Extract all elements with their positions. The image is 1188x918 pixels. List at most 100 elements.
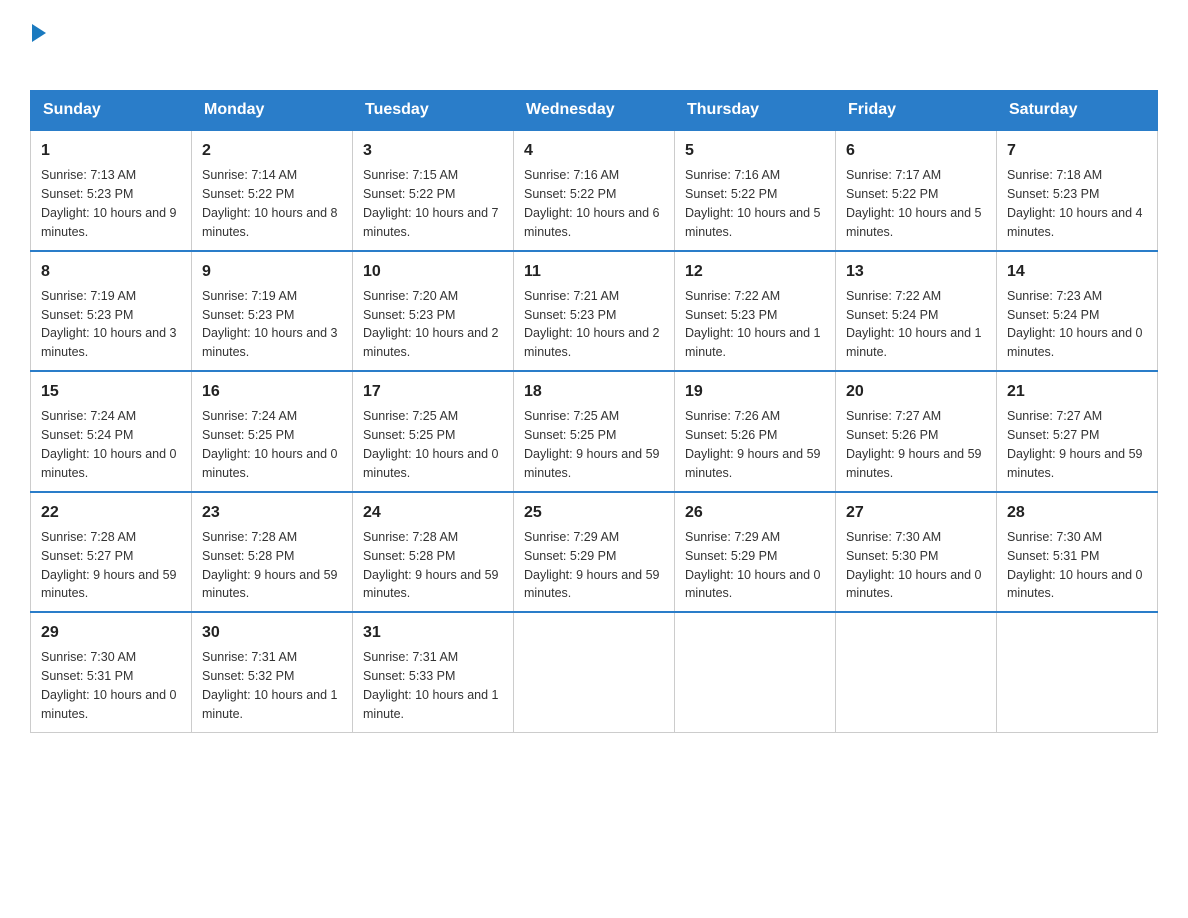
day-cell: 10 Sunrise: 7:20 AMSunset: 5:23 PMDaylig… bbox=[353, 251, 514, 372]
day-info: Sunrise: 7:27 AMSunset: 5:26 PMDaylight:… bbox=[846, 409, 982, 480]
day-number: 9 bbox=[202, 260, 342, 283]
day-number: 29 bbox=[41, 621, 181, 644]
column-header-saturday: Saturday bbox=[997, 91, 1158, 131]
day-info: Sunrise: 7:16 AMSunset: 5:22 PMDaylight:… bbox=[685, 168, 821, 239]
day-cell: 28 Sunrise: 7:30 AMSunset: 5:31 PMDaylig… bbox=[997, 492, 1158, 613]
day-info: Sunrise: 7:31 AMSunset: 5:32 PMDaylight:… bbox=[202, 650, 338, 721]
day-number: 24 bbox=[363, 501, 503, 524]
day-number: 28 bbox=[1007, 501, 1147, 524]
day-number: 15 bbox=[41, 380, 181, 403]
day-cell: 9 Sunrise: 7:19 AMSunset: 5:23 PMDayligh… bbox=[192, 251, 353, 372]
week-row-5: 29 Sunrise: 7:30 AMSunset: 5:31 PMDaylig… bbox=[31, 612, 1158, 732]
day-cell: 16 Sunrise: 7:24 AMSunset: 5:25 PMDaylig… bbox=[192, 371, 353, 492]
day-number: 22 bbox=[41, 501, 181, 524]
day-cell: 21 Sunrise: 7:27 AMSunset: 5:27 PMDaylig… bbox=[997, 371, 1158, 492]
day-number: 7 bbox=[1007, 139, 1147, 162]
day-number: 11 bbox=[524, 260, 664, 283]
week-row-1: 1 Sunrise: 7:13 AMSunset: 5:23 PMDayligh… bbox=[31, 130, 1158, 251]
day-number: 1 bbox=[41, 139, 181, 162]
day-number: 3 bbox=[363, 139, 503, 162]
calendar-table: SundayMondayTuesdayWednesdayThursdayFrid… bbox=[30, 90, 1158, 733]
day-cell: 31 Sunrise: 7:31 AMSunset: 5:33 PMDaylig… bbox=[353, 612, 514, 732]
day-info: Sunrise: 7:28 AMSunset: 5:28 PMDaylight:… bbox=[363, 530, 499, 601]
day-cell: 25 Sunrise: 7:29 AMSunset: 5:29 PMDaylig… bbox=[514, 492, 675, 613]
day-info: Sunrise: 7:29 AMSunset: 5:29 PMDaylight:… bbox=[524, 530, 660, 601]
week-row-3: 15 Sunrise: 7:24 AMSunset: 5:24 PMDaylig… bbox=[31, 371, 1158, 492]
day-info: Sunrise: 7:30 AMSunset: 5:31 PMDaylight:… bbox=[1007, 530, 1143, 601]
day-info: Sunrise: 7:15 AMSunset: 5:22 PMDaylight:… bbox=[363, 168, 499, 239]
column-header-sunday: Sunday bbox=[31, 91, 192, 131]
day-cell: 20 Sunrise: 7:27 AMSunset: 5:26 PMDaylig… bbox=[836, 371, 997, 492]
day-info: Sunrise: 7:31 AMSunset: 5:33 PMDaylight:… bbox=[363, 650, 499, 721]
day-cell: 3 Sunrise: 7:15 AMSunset: 5:22 PMDayligh… bbox=[353, 130, 514, 251]
day-info: Sunrise: 7:24 AMSunset: 5:24 PMDaylight:… bbox=[41, 409, 177, 480]
day-cell: 13 Sunrise: 7:22 AMSunset: 5:24 PMDaylig… bbox=[836, 251, 997, 372]
day-info: Sunrise: 7:25 AMSunset: 5:25 PMDaylight:… bbox=[363, 409, 499, 480]
day-info: Sunrise: 7:27 AMSunset: 5:27 PMDaylight:… bbox=[1007, 409, 1143, 480]
day-number: 30 bbox=[202, 621, 342, 644]
day-cell: 23 Sunrise: 7:28 AMSunset: 5:28 PMDaylig… bbox=[192, 492, 353, 613]
day-info: Sunrise: 7:19 AMSunset: 5:23 PMDaylight:… bbox=[202, 289, 338, 360]
day-cell: 7 Sunrise: 7:18 AMSunset: 5:23 PMDayligh… bbox=[997, 130, 1158, 251]
day-number: 16 bbox=[202, 380, 342, 403]
day-info: Sunrise: 7:22 AMSunset: 5:24 PMDaylight:… bbox=[846, 289, 982, 360]
day-number: 21 bbox=[1007, 380, 1147, 403]
day-cell: 17 Sunrise: 7:25 AMSunset: 5:25 PMDaylig… bbox=[353, 371, 514, 492]
day-number: 6 bbox=[846, 139, 986, 162]
day-info: Sunrise: 7:22 AMSunset: 5:23 PMDaylight:… bbox=[685, 289, 821, 360]
day-cell: 4 Sunrise: 7:16 AMSunset: 5:22 PMDayligh… bbox=[514, 130, 675, 251]
day-cell: 27 Sunrise: 7:30 AMSunset: 5:30 PMDaylig… bbox=[836, 492, 997, 613]
day-number: 5 bbox=[685, 139, 825, 162]
day-info: Sunrise: 7:18 AMSunset: 5:23 PMDaylight:… bbox=[1007, 168, 1143, 239]
column-header-friday: Friday bbox=[836, 91, 997, 131]
week-row-2: 8 Sunrise: 7:19 AMSunset: 5:23 PMDayligh… bbox=[31, 251, 1158, 372]
column-header-monday: Monday bbox=[192, 91, 353, 131]
week-row-4: 22 Sunrise: 7:28 AMSunset: 5:27 PMDaylig… bbox=[31, 492, 1158, 613]
day-info: Sunrise: 7:21 AMSunset: 5:23 PMDaylight:… bbox=[524, 289, 660, 360]
day-info: Sunrise: 7:26 AMSunset: 5:26 PMDaylight:… bbox=[685, 409, 821, 480]
column-header-thursday: Thursday bbox=[675, 91, 836, 131]
day-number: 13 bbox=[846, 260, 986, 283]
day-cell: 15 Sunrise: 7:24 AMSunset: 5:24 PMDaylig… bbox=[31, 371, 192, 492]
day-info: Sunrise: 7:14 AMSunset: 5:22 PMDaylight:… bbox=[202, 168, 338, 239]
day-cell bbox=[514, 612, 675, 732]
day-number: 14 bbox=[1007, 260, 1147, 283]
day-cell bbox=[997, 612, 1158, 732]
day-cell: 19 Sunrise: 7:26 AMSunset: 5:26 PMDaylig… bbox=[675, 371, 836, 492]
day-cell bbox=[675, 612, 836, 732]
logo-arrow-icon bbox=[32, 24, 46, 42]
day-number: 4 bbox=[524, 139, 664, 162]
column-header-tuesday: Tuesday bbox=[353, 91, 514, 131]
day-number: 8 bbox=[41, 260, 181, 283]
day-number: 2 bbox=[202, 139, 342, 162]
day-number: 12 bbox=[685, 260, 825, 283]
day-info: Sunrise: 7:29 AMSunset: 5:29 PMDaylight:… bbox=[685, 530, 821, 601]
day-info: Sunrise: 7:20 AMSunset: 5:23 PMDaylight:… bbox=[363, 289, 499, 360]
day-cell: 6 Sunrise: 7:17 AMSunset: 5:22 PMDayligh… bbox=[836, 130, 997, 251]
day-cell: 18 Sunrise: 7:25 AMSunset: 5:25 PMDaylig… bbox=[514, 371, 675, 492]
logo: General bbox=[30, 20, 112, 72]
day-cell: 8 Sunrise: 7:19 AMSunset: 5:23 PMDayligh… bbox=[31, 251, 192, 372]
day-number: 31 bbox=[363, 621, 503, 644]
day-cell bbox=[836, 612, 997, 732]
day-cell: 22 Sunrise: 7:28 AMSunset: 5:27 PMDaylig… bbox=[31, 492, 192, 613]
day-cell: 5 Sunrise: 7:16 AMSunset: 5:22 PMDayligh… bbox=[675, 130, 836, 251]
day-number: 25 bbox=[524, 501, 664, 524]
day-cell: 12 Sunrise: 7:22 AMSunset: 5:23 PMDaylig… bbox=[675, 251, 836, 372]
day-cell: 26 Sunrise: 7:29 AMSunset: 5:29 PMDaylig… bbox=[675, 492, 836, 613]
day-info: Sunrise: 7:28 AMSunset: 5:27 PMDaylight:… bbox=[41, 530, 177, 601]
day-number: 10 bbox=[363, 260, 503, 283]
page-header: General bbox=[30, 20, 1158, 72]
day-cell: 11 Sunrise: 7:21 AMSunset: 5:23 PMDaylig… bbox=[514, 251, 675, 372]
day-info: Sunrise: 7:17 AMSunset: 5:22 PMDaylight:… bbox=[846, 168, 982, 239]
day-cell: 30 Sunrise: 7:31 AMSunset: 5:32 PMDaylig… bbox=[192, 612, 353, 732]
day-number: 23 bbox=[202, 501, 342, 524]
day-info: Sunrise: 7:25 AMSunset: 5:25 PMDaylight:… bbox=[524, 409, 660, 480]
day-info: Sunrise: 7:23 AMSunset: 5:24 PMDaylight:… bbox=[1007, 289, 1143, 360]
day-number: 18 bbox=[524, 380, 664, 403]
day-number: 19 bbox=[685, 380, 825, 403]
day-number: 27 bbox=[846, 501, 986, 524]
day-cell: 14 Sunrise: 7:23 AMSunset: 5:24 PMDaylig… bbox=[997, 251, 1158, 372]
day-cell: 29 Sunrise: 7:30 AMSunset: 5:31 PMDaylig… bbox=[31, 612, 192, 732]
day-info: Sunrise: 7:30 AMSunset: 5:30 PMDaylight:… bbox=[846, 530, 982, 601]
